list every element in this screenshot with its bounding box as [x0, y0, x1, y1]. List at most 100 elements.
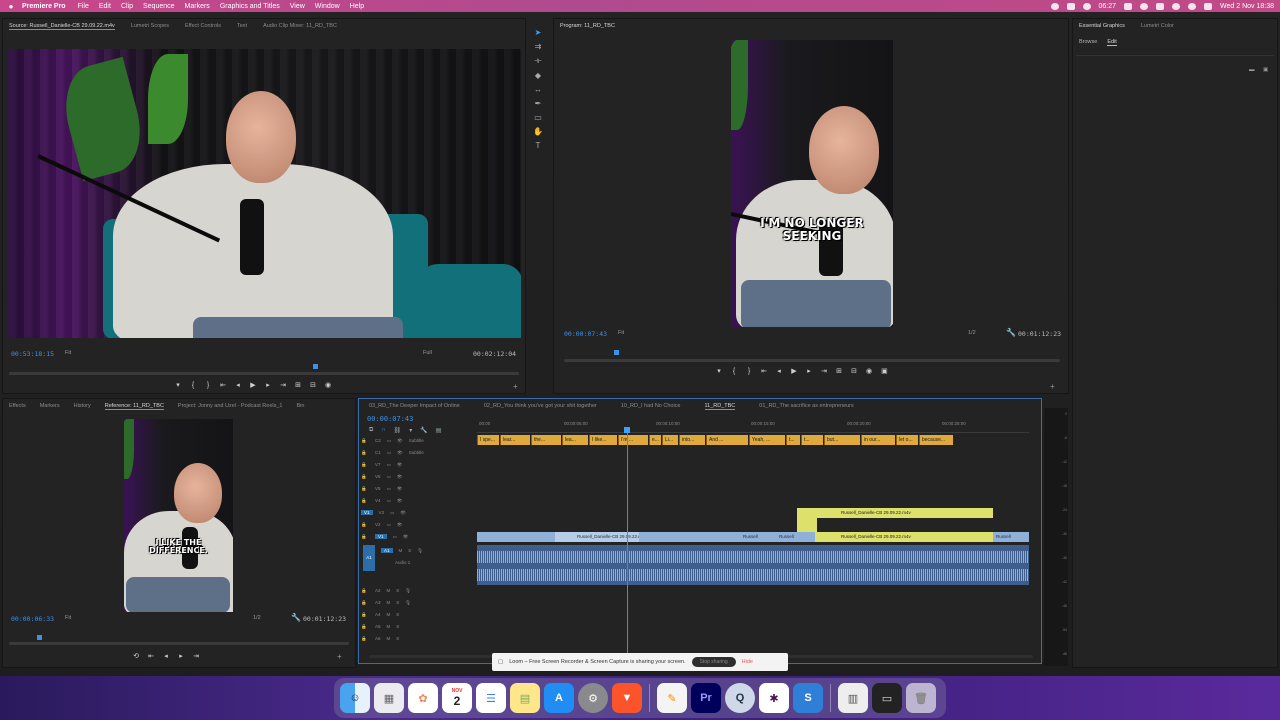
program-timecode[interactable]: 00:00:07:43 [564, 330, 607, 338]
battery-icon[interactable] [1156, 2, 1165, 10]
layer-align-icon[interactable]: ▬ [1249, 67, 1255, 73]
menu-graphics[interactable]: Graphics and Titles [220, 3, 280, 10]
lock-icon[interactable]: 🔒 [361, 498, 369, 504]
program-step-back-icon[interactable]: ◂ [776, 367, 782, 375]
go-to-out-icon[interactable]: ⇥ [280, 381, 286, 389]
subtitle-clip[interactable]: lear... [500, 435, 530, 445]
menu-window[interactable]: Window [315, 3, 340, 10]
go-to-in-icon[interactable]: ⇤ [220, 381, 226, 389]
lock-icon[interactable]: 🔒 [361, 534, 369, 540]
program-scrubber[interactable] [564, 359, 1060, 362]
pen-tool-icon[interactable]: ✒ [535, 99, 542, 108]
control-center-icon[interactable] [1204, 2, 1213, 10]
comparison-view-icon[interactable]: ▣ [881, 367, 888, 375]
linked-selection-icon[interactable]: ⛓ [394, 427, 402, 434]
stop-sharing-button[interactable]: Stop sharing [691, 657, 736, 667]
rectangle-tool-icon[interactable]: ▭ [534, 113, 542, 122]
v1-clip-5[interactable]: Russell [775, 532, 815, 542]
menu-help[interactable]: Help [350, 3, 364, 10]
subtitle-clip[interactable]: e... [649, 435, 661, 445]
voiceover-mic-icon[interactable]: 🎙 [405, 588, 411, 594]
tab-sequence-01[interactable]: 01_RD_The sacrifice as entrepreneurs [759, 403, 853, 409]
sync-icon[interactable]: ▭ [387, 474, 391, 480]
wifi-icon[interactable] [1172, 2, 1181, 10]
solo-icon[interactable]: S [396, 636, 399, 641]
track-label-v1[interactable]: V1 [375, 534, 387, 539]
v1-clip-3[interactable] [639, 532, 739, 542]
reference-go-to-in-icon[interactable]: ⇤ [148, 652, 154, 660]
sync-icon[interactable]: ▭ [387, 462, 391, 468]
tab-sequence-10[interactable]: 10_RD_I had No Choice [621, 403, 681, 409]
source-quality-select[interactable]: Full [423, 350, 432, 356]
extract-icon[interactable]: ⊟ [851, 367, 857, 375]
subtitle-clip[interactable]: in our... [861, 435, 895, 445]
tab-effects[interactable]: Effects [9, 403, 26, 409]
tab-sequence-02[interactable]: 02_RD_You think you've got your shit tog… [484, 403, 597, 409]
selection-tool-icon[interactable]: ➤ [535, 28, 542, 37]
mute-icon[interactable]: M [387, 612, 391, 617]
tab-project[interactable]: Project: Jonny and Uzel - Podcast Reels_… [178, 403, 283, 409]
reference-scrubber[interactable] [9, 642, 349, 645]
solo-icon[interactable]: S [408, 548, 411, 553]
eye-icon[interactable]: 👁 [397, 450, 403, 456]
eye-icon[interactable]: 👁 [397, 462, 403, 468]
mark-out-icon[interactable]: } [205, 382, 211, 389]
bluetooth-icon[interactable] [1140, 2, 1149, 10]
v1-clip-1[interactable] [477, 532, 555, 542]
sync-icon[interactable]: ▭ [387, 522, 391, 528]
subtitle-clip[interactable]: Yeah, ... [749, 435, 785, 445]
tab-source[interactable]: Source: Russell_Danielle-CB 29.09.22.m4v [9, 23, 115, 30]
subtitle-clip[interactable]: I spe... [477, 435, 499, 445]
program-playhead[interactable] [614, 350, 619, 355]
reference-gang-icon[interactable]: ⟲ [133, 652, 139, 660]
launchpad-icon[interactable]: ▦ [374, 683, 404, 713]
tab-program[interactable]: Program: 11_RD_TBC [560, 23, 615, 29]
premiere-pro-icon[interactable]: Pr [691, 683, 721, 713]
reference-playhead[interactable] [37, 635, 42, 640]
mark-in-icon[interactable]: { [190, 382, 196, 389]
eye-icon[interactable]: 👁 [397, 522, 403, 528]
loom-status-icon[interactable] [1066, 2, 1075, 10]
finder-icon[interactable]: ☺ [340, 683, 370, 713]
captions-icon[interactable]: ▤ [436, 427, 442, 434]
subtitle-clip[interactable]: Li... [662, 435, 678, 445]
app-store-icon[interactable]: A [544, 683, 574, 713]
mute-icon[interactable]: M [387, 588, 391, 593]
reference-fit-select[interactable]: Fit [65, 615, 71, 621]
source-timecode[interactable]: 00:53:18:15 [11, 350, 54, 358]
solo-icon[interactable]: S [396, 588, 399, 593]
tab-text[interactable]: Text [237, 23, 247, 29]
solo-icon[interactable]: S [396, 612, 399, 617]
reference-step-forward-icon[interactable]: ▸ [178, 652, 184, 660]
lock-icon[interactable]: 🔒 [361, 522, 369, 528]
eye-icon[interactable]: 👁 [397, 486, 403, 492]
program-mark-in-icon[interactable]: { [731, 368, 737, 375]
slip-tool-icon[interactable]: ↔ [534, 85, 542, 94]
hand-tool-icon[interactable]: ✋ [533, 127, 543, 136]
finder-window-icon[interactable]: ▭ [872, 683, 902, 713]
lock-icon[interactable]: 🔒 [361, 588, 369, 594]
menu-view[interactable]: View [290, 3, 305, 10]
v2-clip[interactable]: Russell_Danielle-CB 29.09.22.m4v [797, 508, 993, 518]
photos-icon[interactable]: ✿ [408, 683, 438, 713]
sync-icon[interactable]: ▭ [387, 498, 391, 504]
subtab-edit[interactable]: Edit [1107, 39, 1117, 46]
source-patch-v3[interactable]: V1 [361, 510, 373, 515]
ripple-edit-tool-icon[interactable]: ⟛ [534, 56, 541, 66]
menu-clip[interactable]: Clip [121, 3, 133, 10]
subtab-browse[interactable]: Browse [1079, 39, 1097, 46]
eye-icon[interactable]: 👁 [397, 498, 403, 504]
reference-ratio-select[interactable]: 1/2 [253, 615, 261, 621]
reference-add-button-icon[interactable]: + [337, 652, 342, 661]
snap-icon[interactable]: ∩ [381, 427, 385, 434]
source-fit-select[interactable]: Fit [65, 350, 71, 356]
reference-step-back-icon[interactable]: ◂ [163, 652, 169, 660]
timeline-settings-icon[interactable]: 🔧 [420, 427, 427, 434]
v1-clip-4[interactable]: Russell [739, 532, 775, 542]
source-patch-a1[interactable]: A1 [363, 545, 375, 571]
menu-markers[interactable]: Markers [185, 3, 210, 10]
eye-icon[interactable]: 👁 [397, 474, 403, 480]
track-select-tool-icon[interactable]: ⇉ [535, 42, 542, 51]
quicktime-icon[interactable]: Q [725, 683, 755, 713]
brave-browser-icon[interactable]: ▼ [612, 683, 642, 713]
